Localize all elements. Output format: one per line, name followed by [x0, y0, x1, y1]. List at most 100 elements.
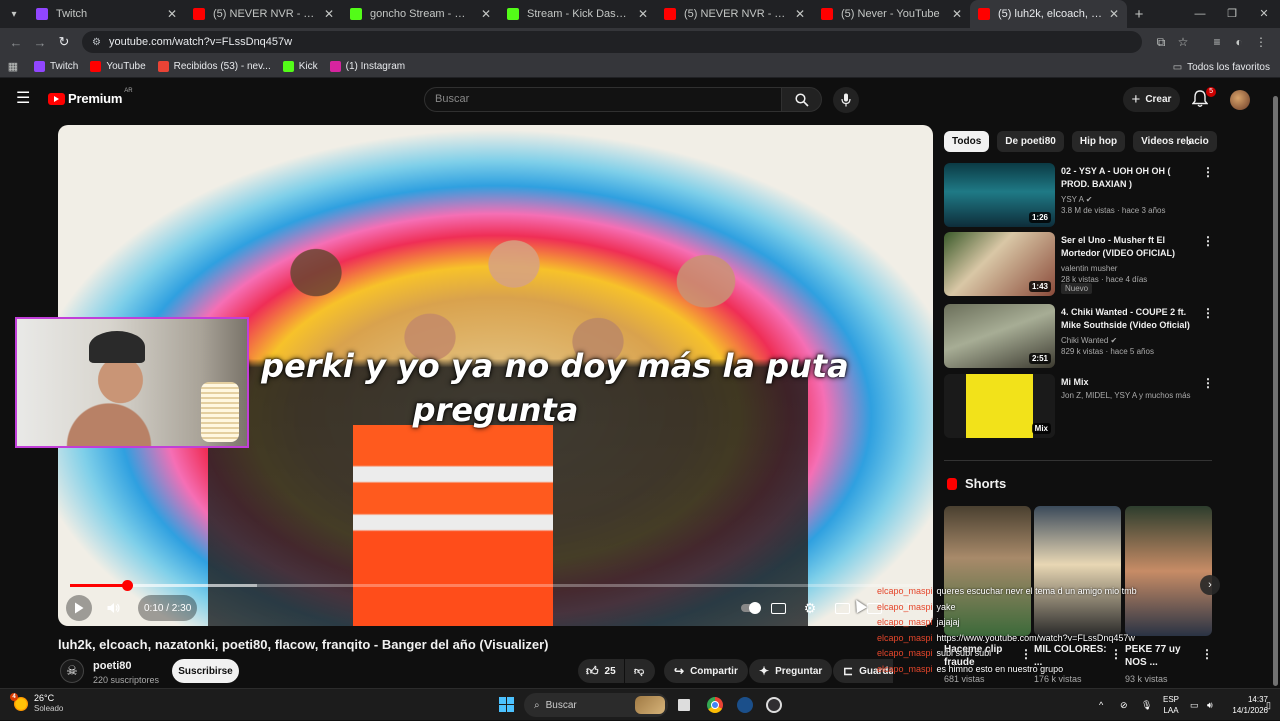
speaker-icon[interactable]: 🔊︎ [1207, 689, 1213, 721]
recommended-title[interactable]: 02 - YSY A - UOH OH OH ( PROD. BAXIAN ) [1061, 165, 1196, 191]
search-input[interactable]: Buscar [424, 87, 782, 112]
recommended-title[interactable]: Mi Mix [1061, 376, 1196, 389]
bookmark-item[interactable]: Recibidos (53) - nev... [157, 61, 271, 72]
recommended-video[interactable]: 1:26 02 - YSY A - UOH OH OH ( PROD. BAXI… [944, 163, 1214, 227]
miniplayer-button[interactable] [831, 597, 853, 619]
autoplay-toggle[interactable] [739, 597, 761, 619]
browser-tab[interactable]: (5) NEVER NVR - YouTube ✕ [656, 0, 813, 28]
page-scrollbar[interactable] [1271, 78, 1280, 688]
settings-button[interactable]: ⚙ [799, 597, 821, 619]
filter-chip[interactable]: Todos [944, 131, 990, 152]
windows-start-icon[interactable] [499, 697, 514, 712]
channel-name[interactable]: poeti80 [93, 660, 132, 672]
voice-search-button[interactable] [833, 87, 859, 113]
task-view-icon[interactable] [675, 696, 693, 714]
recommended-title[interactable]: 4. Chiki Wanted - COUPE 2 ft. Mike South… [1061, 306, 1196, 332]
dislike-button[interactable]: 👎︎ [625, 659, 655, 683]
search-button[interactable] [781, 87, 822, 112]
back-icon[interactable]: ← [4, 35, 28, 50]
share-button[interactable]: ↪ Compartir [664, 659, 748, 683]
more-options-icon[interactable]: ⋮ [1202, 234, 1214, 248]
more-options-icon[interactable]: ⋮ [1202, 306, 1214, 320]
mic-tray-icon[interactable]: 🎙︎ [1141, 689, 1152, 721]
recommended-title[interactable]: Ser el Uno - Musher ft El Mortedor (VIDE… [1061, 234, 1196, 260]
shorts-next-button[interactable]: › [1200, 575, 1220, 595]
apps-grid-icon[interactable]: ▦ [0, 60, 26, 73]
browser-tab[interactable]: goncho Stream - Watch Live on ✕ [342, 0, 499, 28]
bookmark-item[interactable]: YouTube [90, 61, 146, 72]
browser-menu-icon[interactable]: ⋮ [1250, 35, 1272, 50]
minimize-icon[interactable]: — [1184, 0, 1216, 28]
url-bar[interactable]: ⚙ youtube.com/watch?v=FLssDnq457w [82, 31, 1142, 53]
more-options-icon[interactable]: ⋮ [1202, 376, 1214, 390]
close-window-icon[interactable]: ✕ [1248, 0, 1280, 28]
recommended-channel[interactable]: Jon Z, MIDEL, YSY A y muchos más [1061, 391, 1191, 400]
bookmark-star-icon[interactable]: ☆ [1172, 35, 1194, 50]
subtitles-button[interactable] [767, 597, 789, 619]
weather-widget[interactable]: 4 26°C Soleado [10, 692, 63, 714]
browser-tab[interactable]: (5) NEVER NVR - YouTube ✕ [185, 0, 342, 28]
site-info-icon[interactable]: ⚙ [92, 37, 101, 48]
forward-icon[interactable]: → [28, 35, 52, 50]
bookmark-item[interactable]: Kick [282, 61, 318, 72]
like-button[interactable]: 👍︎ 25 [578, 659, 624, 683]
install-app-icon[interactable]: ⧉ [1150, 35, 1172, 50]
system-clock[interactable]: 14:37 14/1/2026 [1224, 694, 1268, 716]
notification-center-icon[interactable]: ▯ [1266, 689, 1271, 721]
more-options-icon[interactable]: ⋮ [1202, 165, 1214, 179]
progress-bar[interactable] [70, 580, 921, 591]
play-button[interactable] [66, 595, 92, 621]
close-tab-icon[interactable]: ✕ [481, 7, 491, 21]
recommended-video[interactable]: Mix Mi Mix Jon Z, MIDEL, YSY A y muchos … [944, 374, 1214, 438]
browser-tab[interactable]: Twitch ✕ [28, 0, 185, 28]
filter-chip[interactable]: De poeti80 [997, 131, 1064, 152]
new-tab-button[interactable]: + [1127, 6, 1151, 23]
filter-chip[interactable]: Hip hop [1071, 131, 1126, 152]
channel-avatar[interactable]: ☠ [60, 659, 84, 683]
recommended-channel[interactable]: Chiki Wanted ✔ [1061, 336, 1117, 345]
filter-chip[interactable]: Videos relacio [1133, 131, 1217, 152]
close-tab-icon[interactable]: ✕ [795, 7, 805, 21]
video-thumbnail[interactable]: Mix [944, 374, 1055, 438]
close-tab-icon[interactable]: ✕ [638, 7, 648, 21]
bookmark-item[interactable]: Twitch [34, 61, 78, 72]
close-tab-icon[interactable]: ✕ [324, 7, 334, 21]
scrollbar-thumb[interactable] [1273, 96, 1278, 686]
close-tab-icon[interactable]: ✕ [952, 7, 962, 21]
close-tab-icon[interactable]: ✕ [167, 7, 177, 21]
menu-icon[interactable]: ☰ [16, 91, 32, 107]
restore-icon[interactable]: ❐ [1216, 0, 1248, 28]
chevron-right-icon[interactable]: › [1187, 133, 1192, 149]
network-icon[interactable]: ⊘ [1120, 689, 1128, 721]
ask-button[interactable]: ✦ Preguntar [749, 659, 833, 683]
video-thumbnail[interactable]: 1:43 [944, 232, 1055, 296]
video-thumbnail[interactable]: 2:51 [944, 304, 1055, 368]
tab-search-icon[interactable]: ▾ [0, 0, 28, 28]
account-avatar[interactable] [1230, 90, 1250, 110]
youtube-logo[interactable]: Premium AR [48, 88, 133, 106]
all-bookmarks[interactable]: ▭ Todos los favoritos [1173, 56, 1270, 78]
recommended-channel[interactable]: YSY A ✔ [1061, 195, 1092, 204]
bookmark-item[interactable]: (1) Instagram [329, 61, 405, 72]
chrome-icon[interactable] [706, 696, 724, 714]
taskbar-search[interactable]: ⌕ Buscar [524, 693, 668, 717]
recommended-video[interactable]: 1:43 Ser el Uno - Musher ft El Mortedor … [944, 232, 1214, 296]
browser-tab[interactable]: (5) luh2k, elcoach, nazatonki, p ✕ [970, 0, 1127, 28]
scrubber-handle[interactable] [122, 580, 134, 591]
reload-icon[interactable]: ↻ [52, 34, 76, 50]
notifications-button[interactable]: 5 [1191, 87, 1216, 108]
browser-tab[interactable]: (5) Never - YouTube ✕ [813, 0, 970, 28]
close-tab-icon[interactable]: ✕ [1109, 7, 1119, 21]
recommended-video[interactable]: 2:51 4. Chiki Wanted - COUPE 2 ft. Mike … [944, 304, 1214, 368]
create-button[interactable]: + Crear [1123, 87, 1180, 112]
subscribe-button[interactable]: Suscribirse [172, 659, 239, 683]
media-control-icon[interactable]: ≡ [1206, 35, 1228, 50]
steam-icon[interactable] [736, 696, 754, 714]
display-icon[interactable]: ▭ [1190, 689, 1199, 721]
volume-button[interactable] [102, 595, 126, 621]
more-options-icon[interactable]: ⋮ [1201, 647, 1213, 661]
profile-icon[interactable]: ◐ [1228, 35, 1250, 50]
browser-tab[interactable]: Stream - Kick Dashboard ✕ [499, 0, 656, 28]
recommended-channel[interactable]: valentin musher [1061, 264, 1117, 273]
video-thumbnail[interactable]: 1:26 [944, 163, 1055, 227]
